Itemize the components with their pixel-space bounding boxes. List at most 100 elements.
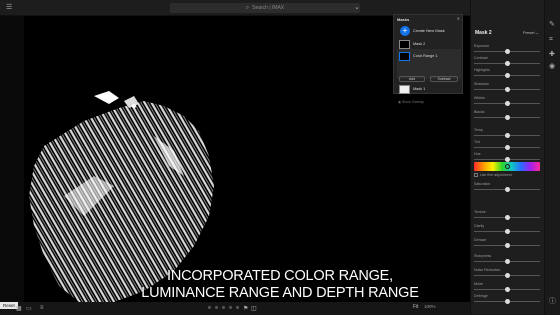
slider-label: Moire [474, 282, 483, 286]
search-placeholder: Search | IMAX [252, 5, 285, 11]
slider-knob[interactable] [504, 287, 510, 292]
healing-icon[interactable]: ✚ [549, 50, 555, 58]
slider-label: Shadows [474, 82, 489, 86]
slider-row[interactable]: Highlights [474, 68, 540, 78]
mask2-name[interactable]: Mask 2 [413, 42, 425, 46]
slider-label: Tint [474, 140, 480, 144]
slider-knob[interactable] [504, 101, 510, 106]
slider-knob[interactable] [504, 273, 510, 278]
slider-row[interactable]: Temp [474, 128, 540, 138]
subtract-mask-button[interactable]: Subtract [430, 76, 458, 82]
slider-label: Dehaze [474, 238, 487, 242]
menu-icon[interactable]: ☰ [6, 4, 12, 12]
star-4[interactable] [229, 306, 232, 309]
sort-icon[interactable]: ≡ [40, 305, 44, 311]
color-range-name: Color Range 1 [413, 54, 438, 58]
info-icon[interactable]: ⓘ [549, 296, 556, 306]
slider-knob[interactable] [504, 259, 510, 264]
left-strip [0, 16, 24, 302]
slider-label: Hue [474, 152, 481, 156]
masks-panel-title: Masks [397, 17, 410, 22]
fine-adjustment-checkbox[interactable]: Use fine adjustment [474, 173, 512, 178]
grid-view-icon[interactable]: ▦ [16, 305, 22, 312]
mask1-thumbnail[interactable] [399, 85, 410, 94]
slider-row[interactable]: Texture [474, 210, 540, 220]
slider-knob[interactable] [504, 49, 510, 54]
checkbox-icon [474, 173, 478, 178]
preset-label: Preset [523, 30, 535, 35]
slider-knob[interactable] [504, 187, 510, 192]
mask2-thumbnail[interactable] [399, 40, 410, 49]
slider-knob[interactable] [504, 215, 510, 220]
masking-icon[interactable]: ◉ [549, 62, 555, 70]
slider-label: Temp [474, 128, 483, 132]
star-1[interactable] [208, 306, 211, 309]
slider-label: Clarity [474, 224, 485, 228]
slider-row[interactable]: Whites [474, 96, 540, 106]
slider-row[interactable]: Defringe [474, 294, 540, 304]
create-new-mask-label: Create New Mask [413, 28, 445, 33]
slider-row[interactable]: Saturation [474, 182, 540, 192]
color-range-item[interactable]: Color Range 1 [397, 49, 461, 79]
search-icon: ⌕ [245, 5, 250, 11]
slider-label: Texture [474, 210, 486, 214]
right-tool-rail: ✎ ⌗ ✚ ◉ ⓘ [544, 0, 560, 315]
slider-row[interactable]: Noise Reduction [474, 268, 540, 278]
slider-knob[interactable] [504, 73, 510, 78]
add-mask-button[interactable]: Add [399, 76, 425, 82]
star-3[interactable] [222, 306, 225, 309]
slider-knob[interactable] [504, 229, 510, 234]
slider-row[interactable]: Moire [474, 282, 540, 292]
slider-row[interactable]: Dehaze [474, 238, 540, 248]
crop-icon[interactable]: ⌗ [549, 36, 553, 44]
rating-stars[interactable] [208, 306, 239, 309]
plus-icon: + [400, 26, 410, 36]
slider-row[interactable]: Clarity [474, 224, 540, 234]
slider-label: Noise Reduction [474, 268, 501, 272]
video-caption: INCORPORATED COLOR RANGE, LUMINANCE RANG… [110, 268, 450, 302]
slider-row[interactable]: Sharpness [474, 254, 540, 264]
slider-row[interactable]: Hue [474, 152, 540, 162]
mask1-name[interactable]: Mask 1 [413, 87, 425, 91]
slider-row[interactable]: Tint [474, 140, 540, 150]
compare-icon[interactable]: ◫ [251, 305, 257, 312]
single-view-icon[interactable]: ▭ [26, 305, 32, 312]
slider-knob[interactable] [504, 133, 510, 138]
star-2[interactable] [215, 306, 218, 309]
filter-icon[interactable]: ⌄ [354, 4, 360, 12]
slider-label: Saturation [474, 182, 491, 186]
slider-row[interactable]: Contrast [474, 56, 540, 66]
slider-row[interactable]: Blacks [474, 110, 540, 120]
zoom-level[interactable]: 100% [424, 304, 436, 309]
star-5[interactable] [236, 306, 239, 309]
caption-line-1: INCORPORATED COLOR RANGE, [167, 268, 393, 284]
fine-adjustment-label: Use fine adjustment [480, 173, 512, 177]
create-new-mask-button[interactable]: + Create New Mask [397, 25, 461, 39]
masks-panel-close-icon[interactable]: ✕ [457, 16, 460, 21]
slider-label: Sharpness [474, 254, 492, 258]
search-input[interactable]: ⌕ Search | IMAX [170, 3, 360, 13]
flag-icon[interactable]: ⚑ [243, 305, 248, 312]
slider-knob[interactable] [504, 299, 510, 304]
slider-knob[interactable] [504, 87, 510, 92]
hue-knob[interactable] [505, 164, 510, 169]
color-range-thumbnail [399, 52, 410, 61]
show-overlay-label: Show Overlay [402, 100, 424, 104]
preset-dropdown[interactable]: Preset ⌄ [523, 30, 539, 35]
slider-label: Exposure [474, 44, 490, 48]
slider-knob[interactable] [504, 61, 510, 66]
slider-knob[interactable] [504, 243, 510, 248]
slider-label: Blacks [474, 110, 485, 114]
caption-line-2: LUMINANCE RANGE AND DEPTH RANGE [141, 285, 419, 301]
edit-icon[interactable]: ✎ [549, 20, 555, 28]
slider-knob[interactable] [504, 115, 510, 120]
slider-label: Defringe [474, 294, 488, 298]
slider-row[interactable]: Exposure [474, 44, 540, 54]
show-overlay-toggle[interactable]: ◉ Show Overlay [398, 100, 424, 104]
slider-label: Whites [474, 96, 485, 100]
slider-row[interactable]: Shadows [474, 82, 540, 92]
mask-panel-title: Mask 2 [475, 30, 492, 36]
slider-label: Contrast [474, 56, 488, 60]
fit-button[interactable]: Fit [413, 304, 419, 310]
slider-knob[interactable] [504, 145, 510, 150]
